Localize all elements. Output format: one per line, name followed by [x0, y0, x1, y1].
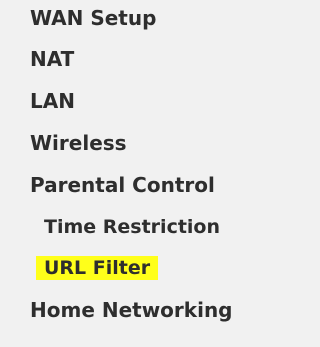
menu-item-home-networking[interactable]: Home Networking [30, 298, 233, 322]
submenu-item-url-filter[interactable]: URL Filter [36, 256, 159, 280]
menu-item-parental-control[interactable]: Parental Control [30, 173, 215, 197]
menu-item-wan-setup[interactable]: WAN Setup [30, 6, 156, 30]
submenu-item-time-restriction[interactable]: Time Restriction [44, 215, 220, 239]
active-item-highlight: URL Filter [36, 256, 159, 280]
sidebar-menu: WAN Setup NAT LAN Wireless Parental Cont… [0, 0, 283, 347]
menu-item-nat[interactable]: NAT [30, 47, 74, 71]
menu-item-wireless[interactable]: Wireless [30, 131, 127, 155]
menu-item-lan[interactable]: LAN [30, 89, 75, 113]
